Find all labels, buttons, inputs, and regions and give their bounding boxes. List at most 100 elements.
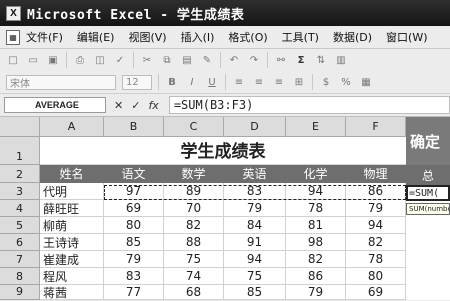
student-name-cell[interactable]: 崔建成 (40, 251, 104, 268)
merge-center-icon[interactable]: ⊞ (292, 75, 306, 89)
formula-input[interactable]: =SUM(B3:F3) (168, 96, 450, 114)
menu-format[interactable]: 格式(O) (228, 29, 267, 45)
cut-icon[interactable]: ✂ (140, 53, 154, 67)
italic-icon[interactable]: I (185, 75, 199, 89)
student-name-cell[interactable]: 蒋茜 (40, 285, 104, 300)
score-cell[interactable]: 69 (346, 285, 406, 300)
header-cell-chemistry[interactable]: 化学 (286, 165, 346, 183)
new-icon[interactable]: □ (6, 53, 20, 67)
row-header-4[interactable]: 4 (0, 200, 40, 217)
cancel-icon[interactable]: ✕ (114, 99, 123, 112)
score-cell[interactable]: 75 (224, 268, 286, 285)
paste-icon[interactable]: ▤ (180, 53, 194, 67)
workbook-icon[interactable]: ▦ (6, 29, 20, 45)
header-cell-name[interactable]: 姓名 (40, 165, 104, 183)
menu-file[interactable]: 文件(F) (26, 29, 63, 45)
preview-icon[interactable]: ◫ (93, 53, 107, 67)
score-cell[interactable]: 94 (286, 183, 346, 200)
menu-insert[interactable]: 插入(I) (181, 29, 215, 45)
underline-icon[interactable]: U (205, 75, 219, 89)
sort-icon[interactable]: ⇅ (314, 53, 328, 67)
score-cell[interactable]: 84 (224, 217, 286, 234)
score-cell[interactable]: 85 (224, 285, 286, 300)
align-center-icon[interactable]: ≡ (252, 75, 266, 89)
student-name-cell[interactable]: 王诗诗 (40, 234, 104, 251)
row-header-2[interactable]: 2 (0, 165, 40, 183)
score-cell[interactable]: 78 (346, 251, 406, 268)
score-cell[interactable]: 81 (286, 217, 346, 234)
student-name-cell[interactable]: 代明 (40, 183, 104, 200)
score-cell[interactable]: 77 (104, 285, 164, 300)
column-header-b[interactable]: B (104, 117, 164, 137)
bold-icon[interactable]: B (165, 75, 179, 89)
score-cell[interactable]: 70 (164, 200, 224, 217)
score-cell[interactable]: 82 (164, 217, 224, 234)
column-header-c[interactable]: C (164, 117, 224, 137)
header-cell-total[interactable]: 总 (406, 165, 450, 185)
column-header-a[interactable]: A (40, 117, 104, 137)
score-cell[interactable]: 86 (346, 183, 406, 200)
select-all-corner[interactable] (0, 117, 40, 137)
score-cell[interactable]: 74 (164, 268, 224, 285)
header-cell-math[interactable]: 数学 (164, 165, 224, 183)
row-header-5[interactable]: 5 (0, 217, 40, 234)
worksheet-grid[interactable]: A B C D E F 1 2 3 4 5 6 7 8 9 学生成绩表 姓名 语… (0, 117, 450, 300)
borders-icon[interactable]: ▦ (359, 75, 373, 89)
save-icon[interactable]: ▣ (46, 53, 60, 67)
score-cell[interactable]: 79 (286, 285, 346, 300)
header-cell-english[interactable]: 英语 (224, 165, 286, 183)
menu-data[interactable]: 数据(D) (333, 29, 372, 45)
name-box[interactable]: AVERAGE (4, 97, 106, 113)
row-header-7[interactable]: 7 (0, 251, 40, 268)
menu-edit[interactable]: 编辑(E) (77, 29, 115, 45)
chart-icon[interactable]: ▥ (334, 53, 348, 67)
format-painter-icon[interactable]: ✎ (200, 53, 214, 67)
confirm-button[interactable]: 确定 (406, 117, 450, 165)
score-cell[interactable]: 80 (346, 268, 406, 285)
menu-view[interactable]: 视图(V) (128, 29, 166, 45)
column-header-d[interactable]: D (224, 117, 286, 137)
header-cell-physics[interactable]: 物理 (346, 165, 406, 183)
menu-window[interactable]: 窗口(W) (386, 29, 427, 45)
font-size-select[interactable]: 12 (122, 74, 152, 90)
row-header-1[interactable]: 1 (0, 137, 40, 165)
score-cell[interactable]: 91 (224, 234, 286, 251)
score-cell[interactable]: 94 (346, 217, 406, 234)
spelling-icon[interactable]: ✓ (113, 53, 127, 67)
sheet-title-cell[interactable]: 学生成绩表 (40, 137, 406, 165)
open-icon[interactable]: ▭ (26, 53, 40, 67)
menu-tools[interactable]: 工具(T) (282, 29, 319, 45)
enter-icon[interactable]: ✓ (131, 99, 140, 112)
score-cell[interactable]: 79 (104, 251, 164, 268)
autosum-icon[interactable]: Σ (294, 53, 308, 67)
row-header-8[interactable]: 8 (0, 268, 40, 285)
align-right-icon[interactable]: ≡ (272, 75, 286, 89)
copy-icon[interactable]: ⧉ (160, 53, 174, 67)
hyperlink-icon[interactable]: ⚯ (274, 53, 288, 67)
print-icon[interactable]: ⎙ (73, 53, 87, 67)
active-edit-cell[interactable]: =SUM( (406, 185, 450, 201)
student-name-cell[interactable]: 薛旺旺 (40, 200, 104, 217)
score-cell[interactable]: 88 (164, 234, 224, 251)
row-header-6[interactable]: 6 (0, 234, 40, 251)
score-cell[interactable]: 82 (286, 251, 346, 268)
percent-icon[interactable]: % (339, 75, 353, 89)
score-cell[interactable]: 68 (164, 285, 224, 300)
font-name-select[interactable]: 宋体 (6, 74, 116, 90)
align-left-icon[interactable]: ≡ (232, 75, 246, 89)
student-name-cell[interactable]: 柳萌 (40, 217, 104, 234)
student-name-cell[interactable]: 程风 (40, 268, 104, 285)
score-cell[interactable]: 69 (104, 200, 164, 217)
column-header-e[interactable]: E (286, 117, 346, 137)
score-cell[interactable]: 86 (286, 268, 346, 285)
score-cell[interactable]: 98 (286, 234, 346, 251)
score-cell[interactable]: 89 (164, 183, 224, 200)
score-cell[interactable]: 75 (164, 251, 224, 268)
header-cell-chinese[interactable]: 语文 (104, 165, 164, 183)
insert-function-icon[interactable]: fx (148, 99, 158, 112)
score-cell[interactable]: 79 (346, 200, 406, 217)
row-header-9[interactable]: 9 (0, 285, 40, 300)
row-header-3[interactable]: 3 (0, 183, 40, 200)
score-cell[interactable]: 83 (104, 268, 164, 285)
score-cell[interactable]: 97 (104, 183, 164, 200)
